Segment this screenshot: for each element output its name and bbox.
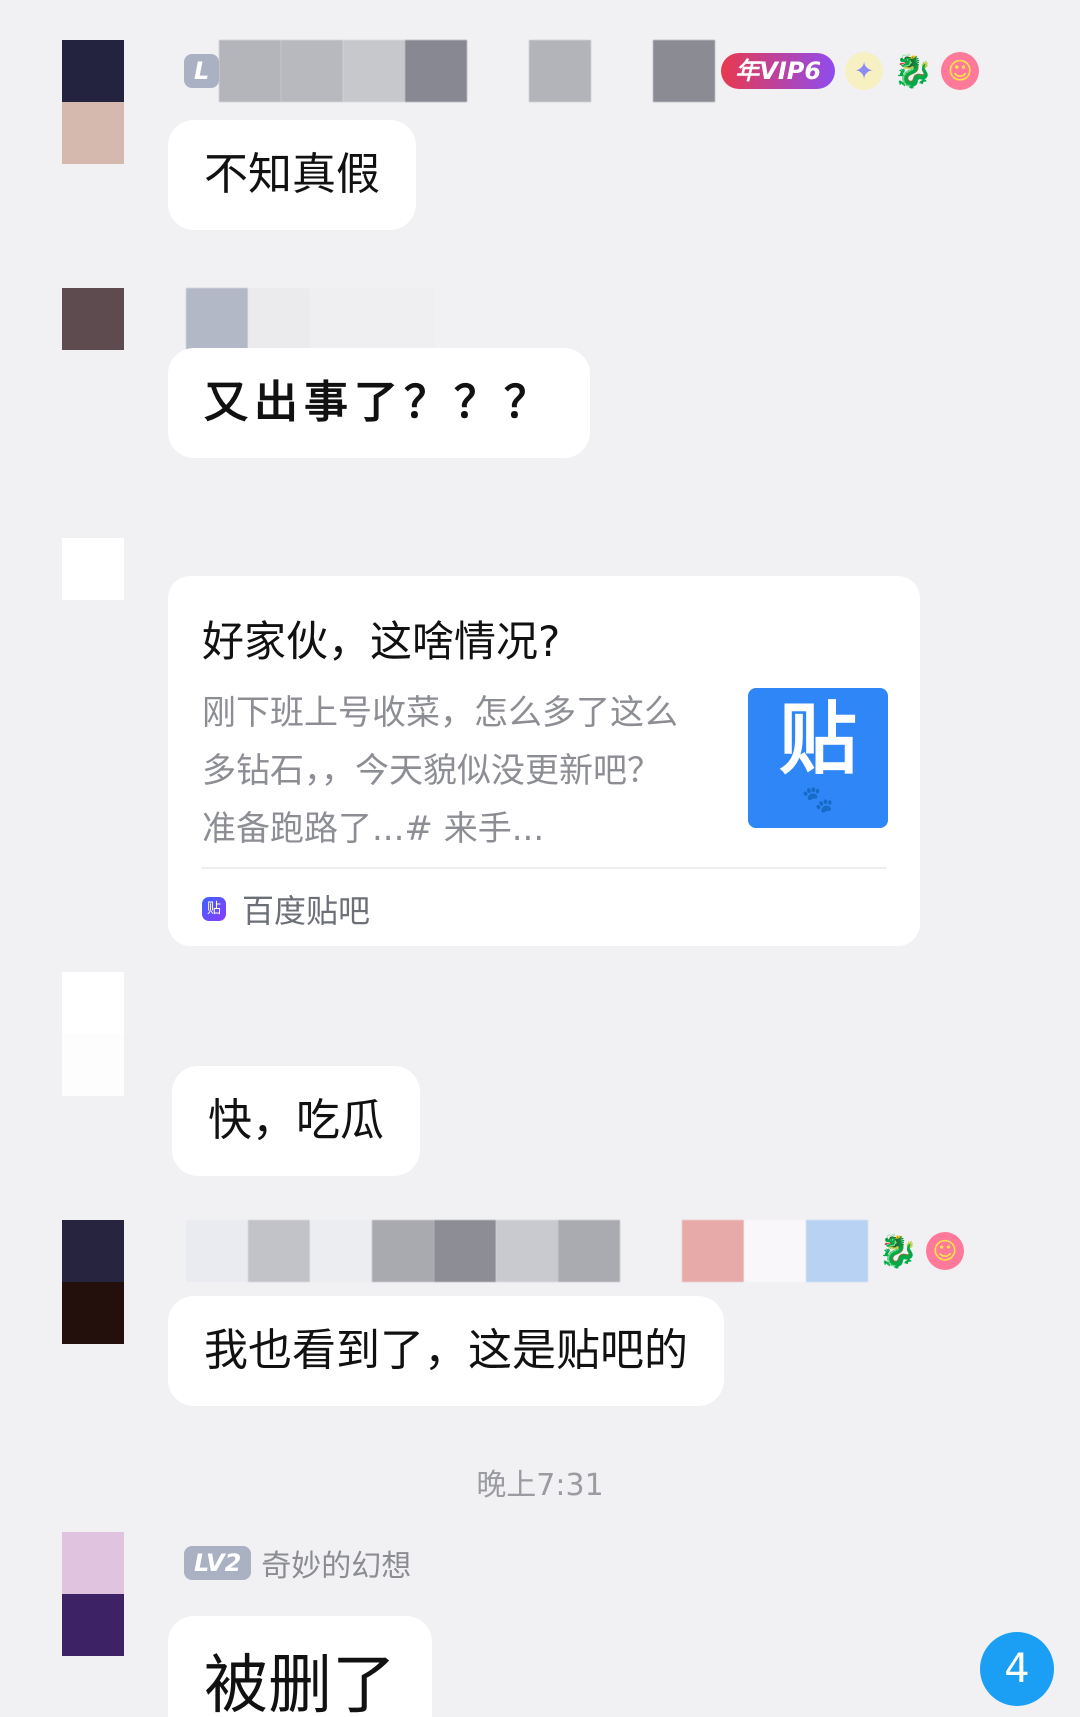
source-label: 百度贴吧 xyxy=(242,892,371,930)
tieba-glyph: 贴 xyxy=(778,695,857,785)
message-text: 不知真假 xyxy=(204,149,380,200)
dragon-icon[interactable]: 🐉 xyxy=(878,1232,918,1270)
paw-icon: 🐾 xyxy=(801,785,835,815)
card-divider xyxy=(202,867,886,869)
message-bubble[interactable]: 不知真假 xyxy=(168,120,416,230)
avatar[interactable] xyxy=(62,538,124,600)
message-bubble[interactable]: 快，吃瓜 xyxy=(172,1066,420,1176)
message-text: 被删了 xyxy=(204,1649,396,1717)
message-text: 我也看到了，这是贴吧的 xyxy=(204,1325,688,1376)
sender-name-row: LV2 奇妙的幻想 xyxy=(184,1532,411,1594)
card-title: 好家伙，这啥情况? xyxy=(202,617,561,666)
avatar[interactable] xyxy=(62,1532,124,1656)
message-text: 快，吃瓜 xyxy=(208,1095,384,1146)
message-bubble[interactable]: 被删了 xyxy=(168,1616,432,1717)
level-badge: L xyxy=(184,54,220,88)
vip-badge[interactable]: 年VIP6 xyxy=(721,53,836,89)
smile-icon[interactable]: ☺ xyxy=(941,52,980,90)
tieba-thumbnail: 贴 🐾 xyxy=(748,688,888,828)
timestamp: 晚上7:31 xyxy=(476,1468,604,1503)
avatar[interactable] xyxy=(62,1220,124,1344)
chat-view: L 年VIP6 ✦ 🐉 ☺ 不知真假 又出事了？？？ 好家伙，这啥情况? 刚下班… xyxy=(0,0,1080,1717)
card-description: 刚下班上号收菜，怎么多了这么多钻石，，今天貌似没更新吧？ 准备跑路了...# 来… xyxy=(202,693,678,849)
sender-name-row xyxy=(186,288,434,350)
sender-name-row: 🐉 ☺ xyxy=(186,1220,964,1282)
avatar[interactable] xyxy=(62,40,124,164)
sender-name-row: L 年VIP6 ✦ 🐉 ☺ xyxy=(184,40,980,102)
message-text: 又出事了？？？ xyxy=(204,377,554,428)
gift-icon[interactable]: ✦ xyxy=(845,52,884,90)
unread-count-badge[interactable]: 4 xyxy=(980,1632,1054,1706)
dragon-icon[interactable]: 🐉 xyxy=(893,52,933,90)
level-badge: LV2 xyxy=(184,1546,252,1580)
tieba-app-icon: 贴 xyxy=(202,897,226,921)
message-bubble[interactable]: 我也看到了，这是贴吧的 xyxy=(168,1296,724,1406)
shared-link-card[interactable]: 好家伙，这啥情况? 刚下班上号收菜，怎么多了这么多钻石，，今天貌似没更新吧？ 准… xyxy=(168,576,920,946)
avatar[interactable] xyxy=(62,288,124,350)
sender-name: 奇妙的幻想 xyxy=(261,1549,412,1584)
avatar[interactable] xyxy=(62,972,124,1096)
smile-icon[interactable]: ☺ xyxy=(926,1232,964,1270)
card-source: 贴 百度贴吧 xyxy=(202,886,370,932)
message-bubble[interactable]: 又出事了？？？ xyxy=(168,348,590,458)
